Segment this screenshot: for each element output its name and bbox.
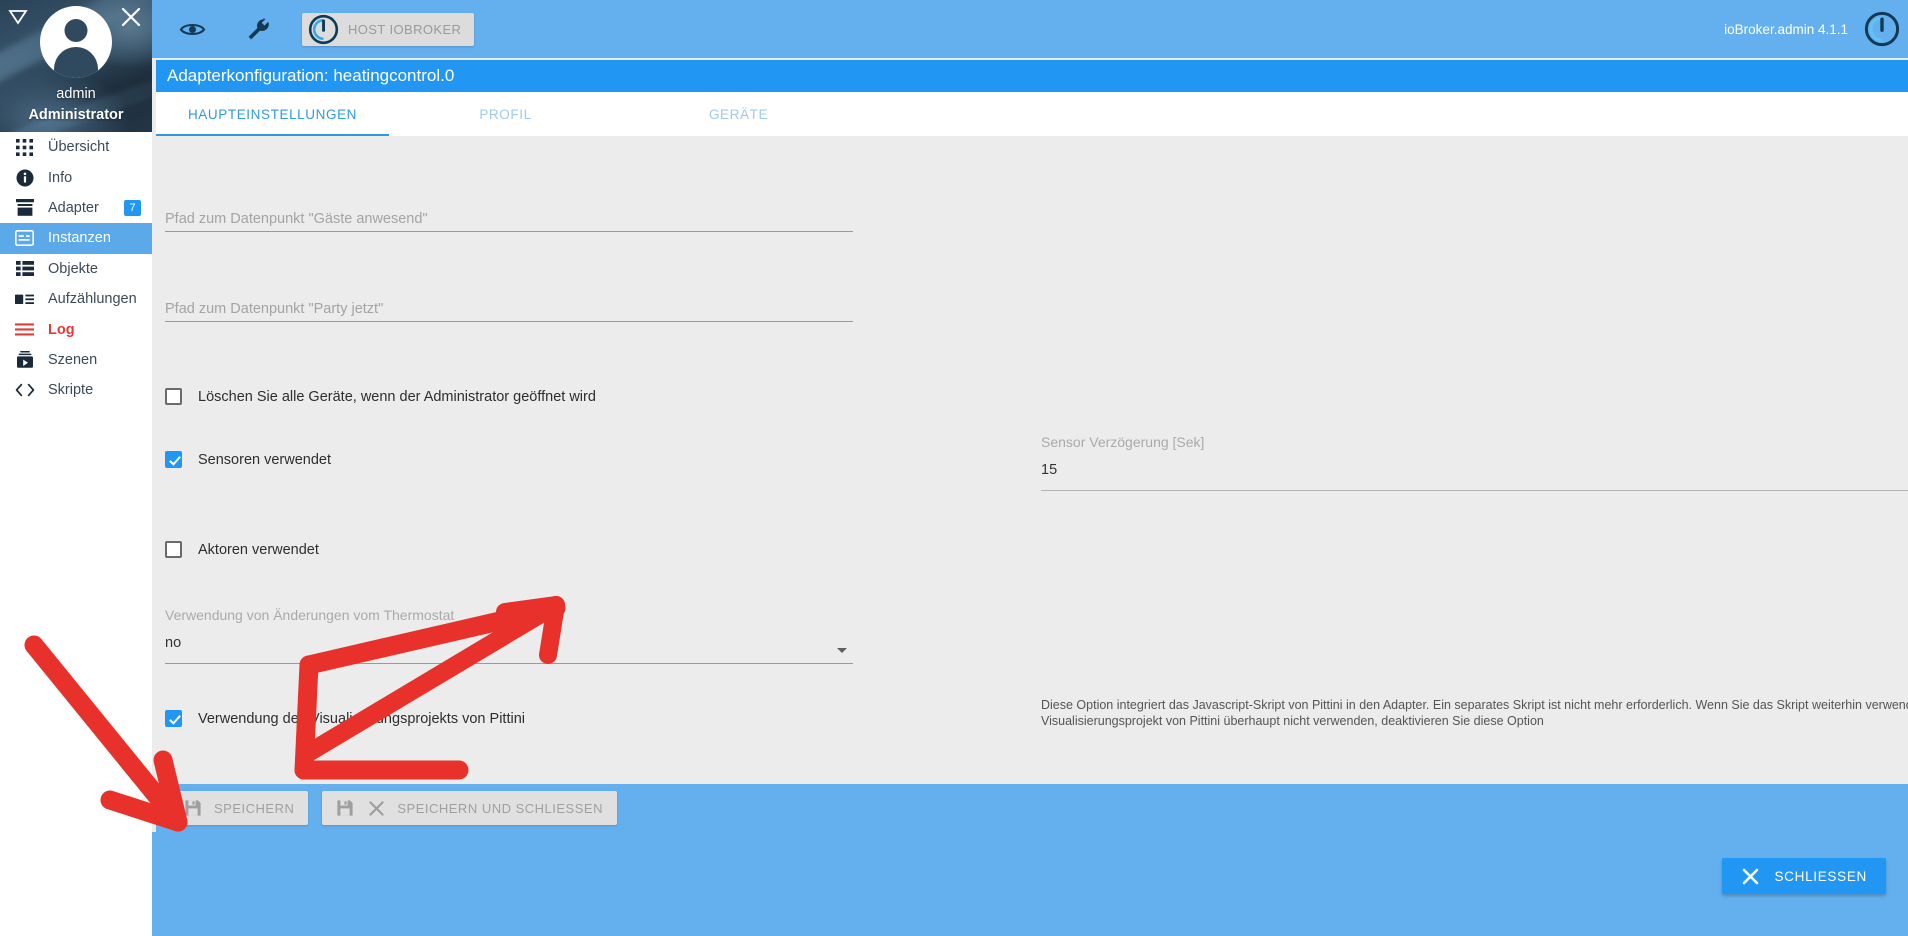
form-column-left: Pfad zum Datenpunkt "Gäste anwesend" Pfa… bbox=[156, 136, 1032, 778]
close-icon[interactable] bbox=[118, 4, 144, 30]
chevron-down-icon[interactable] bbox=[837, 648, 847, 653]
sidebar-item-label: Instanzen bbox=[48, 230, 111, 247]
close-x-icon bbox=[368, 800, 385, 817]
sidebar-item-label: Szenen bbox=[48, 351, 98, 368]
sensor-delay-field[interactable]: Sensor Verzögerung [Sek] 15 bbox=[1041, 433, 1908, 491]
save-and-close-button[interactable]: SPEICHERN UND SCHLIESSEN bbox=[322, 791, 617, 825]
settings-form: Pfad zum Datenpunkt "Gäste anwesend" Pfa… bbox=[156, 136, 1908, 778]
sidebar-item-label: Adapter bbox=[48, 199, 99, 216]
sidebar-item-info[interactable]: Info bbox=[0, 162, 152, 192]
enum-icon bbox=[14, 289, 35, 310]
host-button[interactable]: HOST IOBROKER bbox=[302, 12, 475, 46]
save-icon bbox=[336, 799, 354, 817]
wrench-icon[interactable] bbox=[232, 8, 284, 50]
tab-profil[interactable]: PROFIL bbox=[389, 92, 622, 136]
guests-present-field[interactable]: Pfad zum Datenpunkt "Gäste anwesend" bbox=[165, 208, 853, 232]
thermostat-changes-select[interactable]: Verwendung von Änderungen vom Thermostat… bbox=[165, 606, 853, 664]
avatar-body bbox=[54, 47, 98, 78]
checkbox-checked-icon[interactable] bbox=[165, 451, 182, 468]
power-icon bbox=[308, 14, 339, 45]
tab-haupteinstellungen[interactable]: HAUPTEINSTELLUNGEN bbox=[156, 92, 389, 136]
field-underline bbox=[165, 663, 853, 664]
pittini-vis-checkbox-row[interactable]: Verwendung des Visualisierungsprojekts v… bbox=[165, 710, 525, 727]
checkbox-unchecked-icon[interactable] bbox=[165, 541, 182, 558]
sidebar-item-log[interactable]: Log bbox=[0, 314, 152, 344]
checkbox-label: Sensoren verwendet bbox=[198, 451, 331, 468]
party-now-field[interactable]: Pfad zum Datenpunkt "Party jetzt" bbox=[165, 298, 853, 322]
iobroker-admin-window: admin Administrator Übersicht Info Adapt… bbox=[0, 0, 1908, 936]
actors-used-checkbox-row[interactable]: Aktoren verwendet bbox=[165, 541, 319, 558]
checkbox-label: Aktoren verwendet bbox=[198, 541, 319, 558]
instances-icon bbox=[14, 228, 35, 249]
sidebar-item-uebersicht[interactable]: Übersicht bbox=[0, 132, 152, 162]
sidebar-item-instanzen[interactable]: Instanzen bbox=[0, 223, 152, 254]
adapter-config-panel: Adapterkonfiguration: heatingcontrol.0 H… bbox=[152, 58, 1908, 936]
pittini-help-text: Diese Option integriert das Javascript-S… bbox=[1041, 698, 1908, 728]
triangle-down-icon[interactable] bbox=[7, 6, 29, 28]
field-underline bbox=[165, 231, 853, 232]
close-button-label: SCHLIESSEN bbox=[1774, 868, 1867, 884]
sidebar-item-aufzaehlungen[interactable]: Aufzählungen bbox=[0, 284, 152, 314]
thermostat-changes-label: Verwendung von Änderungen vom Thermostat bbox=[165, 607, 455, 623]
tab-bar: HAUPTEINSTELLUNGEN PROFIL GERÄTE bbox=[156, 92, 1908, 136]
eye-icon[interactable] bbox=[166, 8, 218, 50]
iobroker-logo-icon[interactable] bbox=[1864, 11, 1900, 47]
save-button[interactable]: SPEICHERN bbox=[170, 791, 309, 825]
sidebar-item-label: Log bbox=[48, 321, 75, 338]
sensor-delay-value: 15 bbox=[1041, 462, 1058, 478]
field-underline bbox=[165, 321, 853, 322]
avatar bbox=[40, 6, 112, 78]
sidebar-nav: Übersicht Info Adapter 7 Instanzen Objek… bbox=[0, 132, 152, 406]
sidebar-item-szenen[interactable]: Szenen bbox=[0, 345, 152, 375]
sidebar-item-label: Skripte bbox=[48, 382, 94, 399]
log-lines-icon bbox=[14, 319, 35, 340]
sensors-used-checkbox-row[interactable]: Sensoren verwendet bbox=[165, 451, 331, 468]
sidebar-item-label: Aufzählungen bbox=[48, 291, 137, 308]
sidebar-item-adapter[interactable]: Adapter 7 bbox=[0, 193, 152, 223]
page-title: Adapterkonfiguration: heatingcontrol.0 bbox=[156, 60, 1908, 92]
tab-label: GERÄTE bbox=[708, 106, 769, 122]
tab-label: PROFIL bbox=[479, 106, 532, 122]
thermostat-changes-value: no bbox=[165, 635, 182, 651]
admin-version: ioBroker.admin 4.1.1 bbox=[1724, 21, 1848, 37]
tab-geraete[interactable]: GERÄTE bbox=[622, 92, 855, 136]
sidebar-item-label: Objekte bbox=[48, 260, 98, 277]
footer-background: SCHLIESSEN bbox=[152, 832, 1908, 936]
store-icon bbox=[14, 197, 35, 218]
form-column-right: Sensor Verzögerung [Sek] 15 Diese Option… bbox=[1032, 136, 1908, 778]
code-brackets-icon bbox=[14, 380, 35, 401]
save-button-label: SPEICHERN bbox=[214, 800, 295, 816]
grid-icon bbox=[14, 137, 35, 158]
tab-label: HAUPTEINSTELLUNGEN bbox=[187, 106, 358, 122]
config-footer-toolbar: SPEICHERN SPEICHERN UND SCHLIESSEN bbox=[156, 784, 1908, 832]
checkbox-checked-icon[interactable] bbox=[165, 710, 182, 727]
avatar-head bbox=[64, 19, 88, 42]
info-icon bbox=[14, 167, 35, 188]
user-role: Administrator bbox=[28, 107, 124, 123]
list-grid-icon bbox=[14, 258, 35, 279]
sensor-delay-label: Sensor Verzögerung [Sek] bbox=[1041, 434, 1205, 450]
guests-present-placeholder: Pfad zum Datenpunkt "Gäste anwesend" bbox=[165, 211, 428, 227]
host-button-label: HOST IOBROKER bbox=[348, 21, 462, 37]
party-now-placeholder: Pfad zum Datenpunkt "Party jetzt" bbox=[165, 301, 384, 317]
checkbox-label: Verwendung des Visualisierungsprojekts v… bbox=[198, 710, 525, 727]
close-button[interactable]: SCHLIESSEN bbox=[1722, 858, 1886, 894]
save-and-close-button-label: SPEICHERN UND SCHLIESSEN bbox=[397, 800, 603, 816]
close-x-icon bbox=[1741, 867, 1760, 886]
adapter-update-badge: 7 bbox=[124, 199, 141, 216]
sidebar-item-label: Info bbox=[48, 169, 73, 186]
checkbox-unchecked-icon[interactable] bbox=[165, 388, 182, 405]
sidebar-item-label: Übersicht bbox=[48, 139, 110, 156]
top-toolbar: HOST IOBROKER ioBroker.admin 4.1.1 bbox=[152, 0, 1908, 58]
sidebar: admin Administrator Übersicht Info Adapt… bbox=[0, 0, 152, 936]
save-icon bbox=[184, 799, 202, 817]
sidebar-item-objekte[interactable]: Objekte bbox=[0, 254, 152, 284]
delete-devices-checkbox-row[interactable]: Löschen Sie alle Geräte, wenn der Admini… bbox=[165, 388, 596, 405]
field-underline bbox=[1041, 490, 1908, 491]
sidebar-item-skripte[interactable]: Skripte bbox=[0, 375, 152, 405]
sidebar-user-header: admin Administrator bbox=[0, 0, 152, 132]
scenes-icon bbox=[14, 349, 35, 370]
user-name: admin bbox=[56, 86, 96, 102]
checkbox-label: Löschen Sie alle Geräte, wenn der Admini… bbox=[198, 388, 596, 405]
